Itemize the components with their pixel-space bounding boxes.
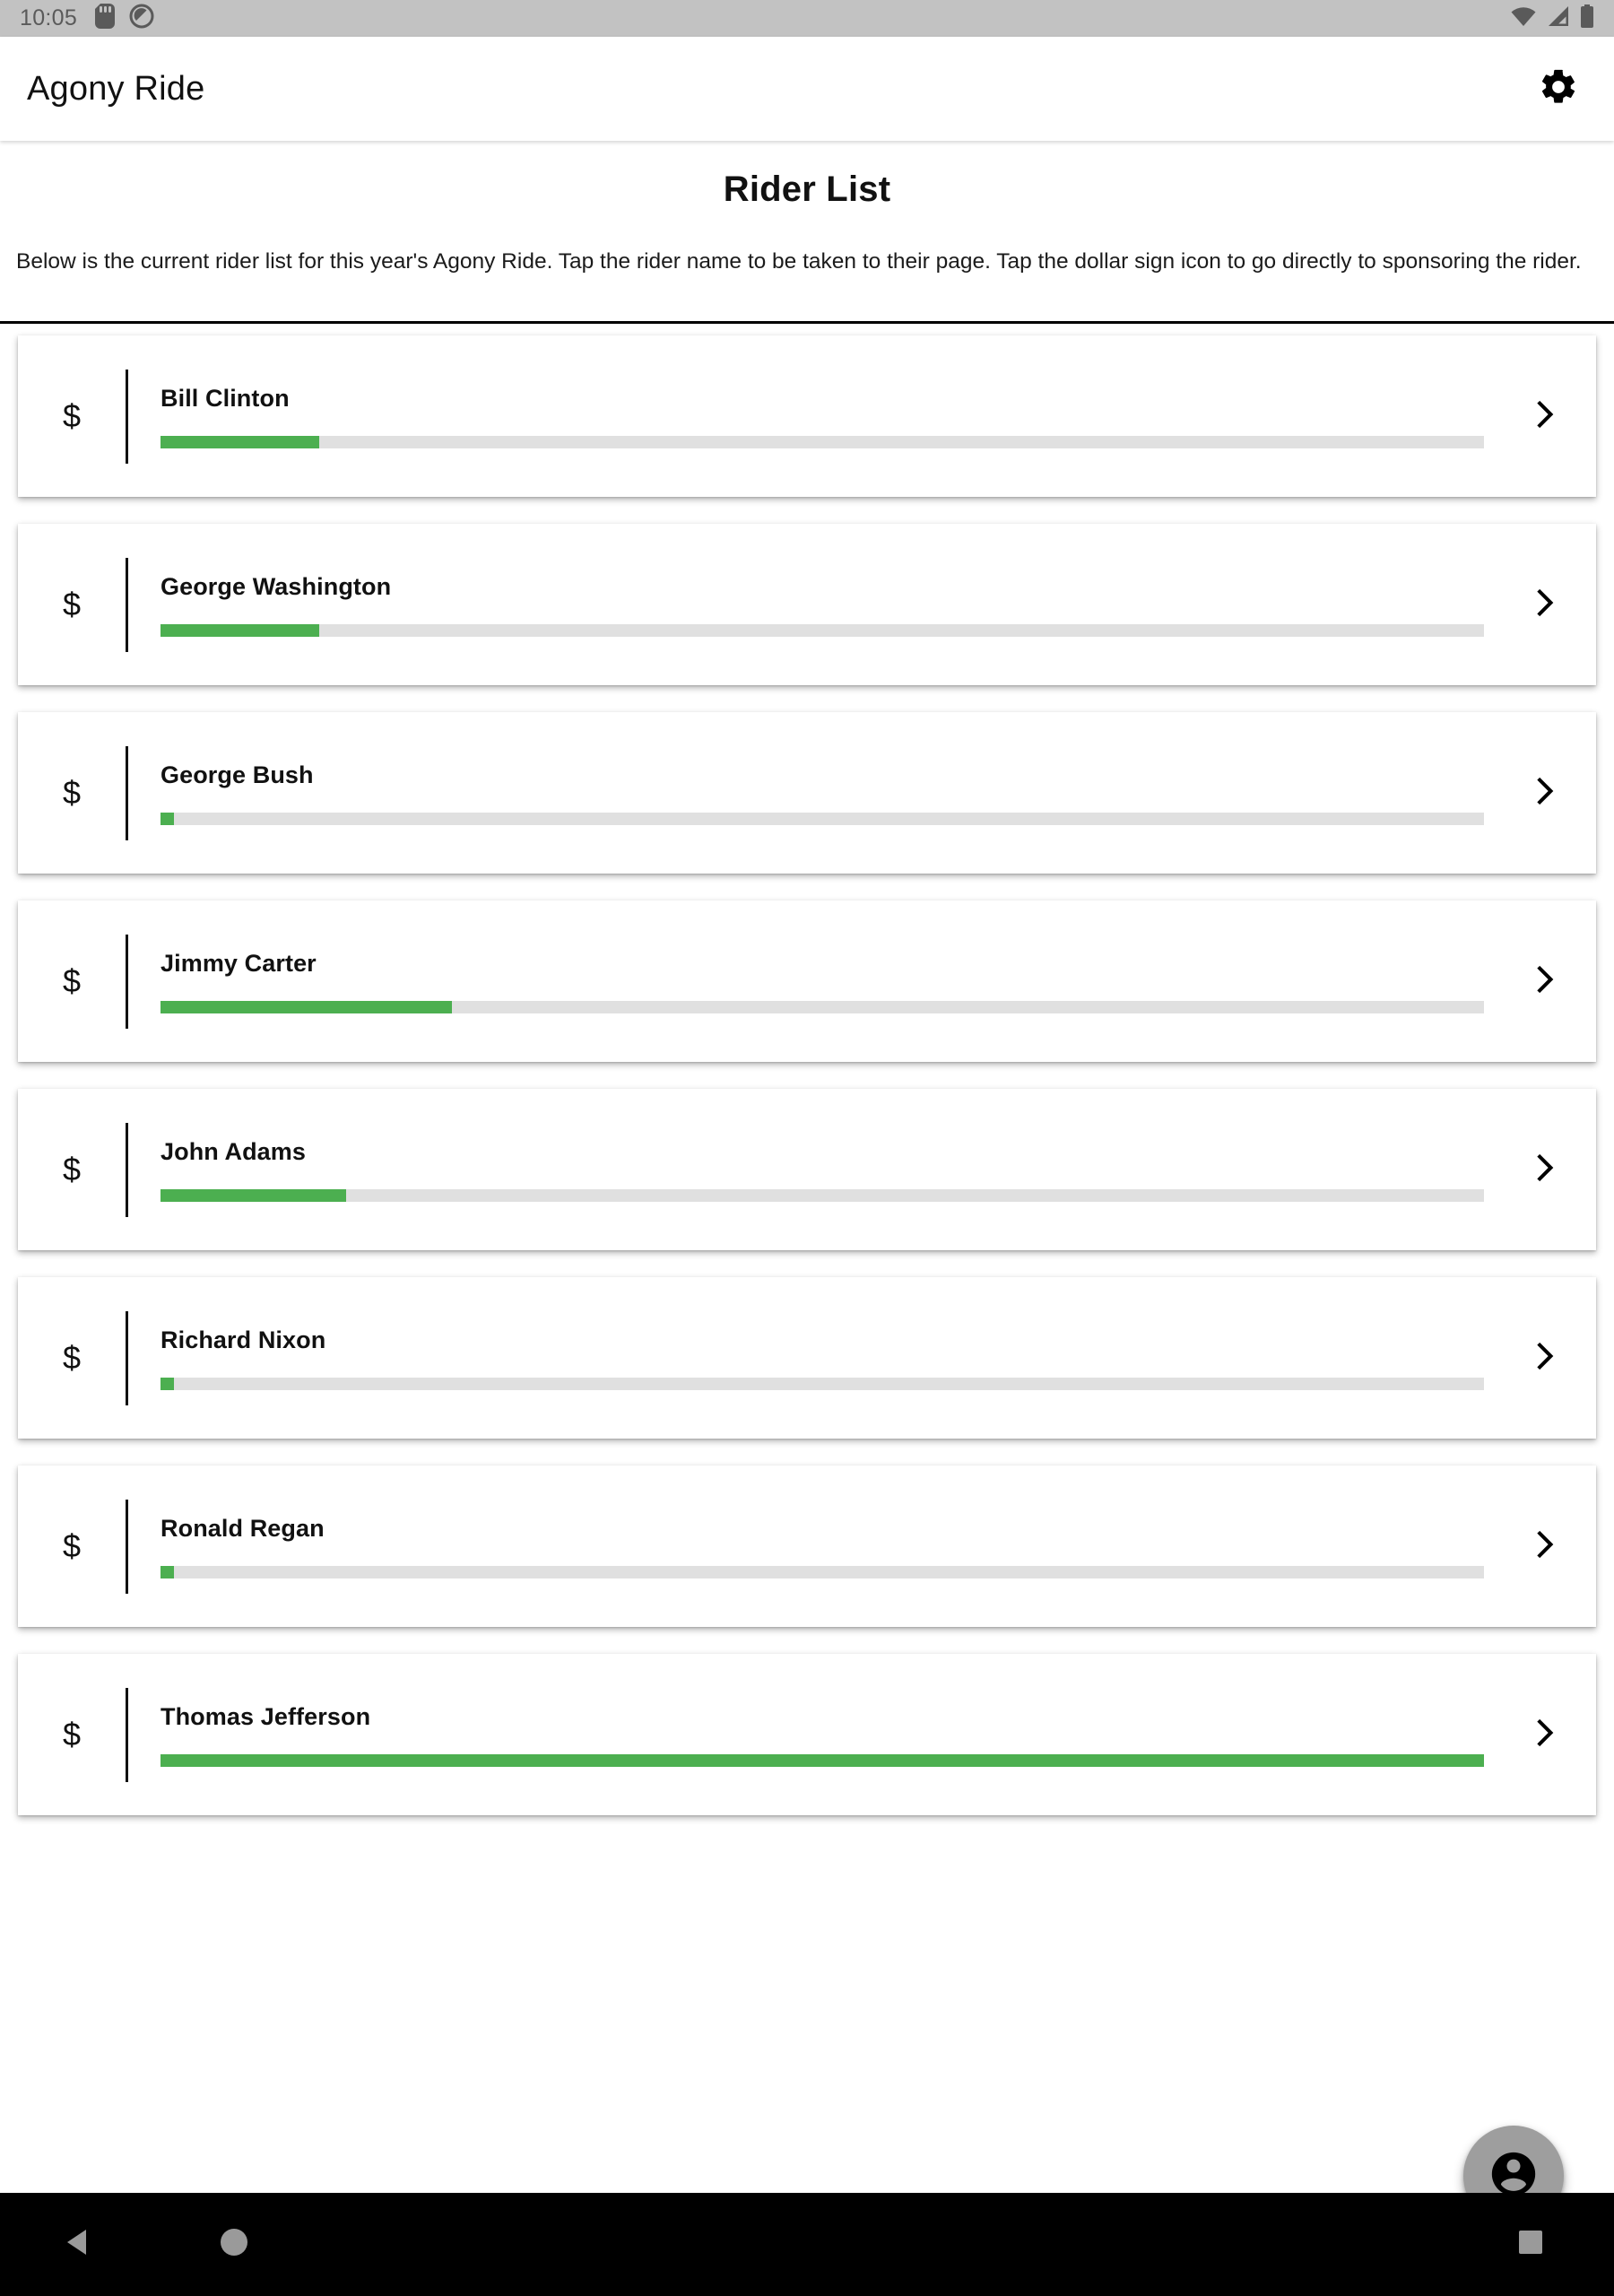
rider-name-link[interactable]: Richard Nixon <box>161 1326 1488 1354</box>
sponsor-rider-button[interactable]: $ <box>18 1339 126 1377</box>
rider-detail-button[interactable] <box>1488 773 1596 813</box>
rider-progress-track <box>161 623 1484 637</box>
rider-name-link[interactable]: George Bush <box>161 761 1488 789</box>
card-vertical-divider <box>126 369 128 464</box>
home-icon <box>219 2227 249 2262</box>
card-vertical-divider <box>126 557 128 652</box>
rider-progress-fill <box>161 812 174 825</box>
nav-back-button[interactable] <box>63 2227 93 2262</box>
rider-progress-track <box>161 1377 1484 1390</box>
chevron-right-icon <box>1524 1150 1560 1190</box>
card-vertical-divider <box>126 1122 128 1217</box>
status-bar-right-icons <box>1510 4 1594 32</box>
rider-progress-fill <box>161 1377 174 1390</box>
card-vertical-divider <box>126 1499 128 1594</box>
chevron-right-icon <box>1524 396 1560 437</box>
wifi-icon <box>1510 5 1537 31</box>
sponsor-rider-button[interactable]: $ <box>18 962 126 1000</box>
status-bar-clock: 10:05 <box>20 5 78 30</box>
page-title: Rider List <box>723 170 891 209</box>
rider-name-link[interactable]: Bill Clinton <box>161 385 1488 413</box>
rider-card-body: Ronald Regan <box>161 1515 1488 1578</box>
app-bar: Agony Ride <box>0 37 1614 141</box>
rider-progress-track <box>161 1753 1484 1767</box>
rider-progress-fill <box>161 435 320 448</box>
chevron-right-icon <box>1524 1526 1560 1567</box>
rider-progress-track <box>161 1565 1484 1578</box>
gear-icon <box>1538 66 1579 112</box>
sponsor-rider-button[interactable]: $ <box>18 1716 126 1753</box>
chevron-right-icon <box>1524 773 1560 813</box>
card-vertical-divider <box>126 934 128 1029</box>
nav-recents-button[interactable] <box>1517 2229 1544 2260</box>
rider-card[interactable]: $ Jimmy Carter <box>18 900 1596 1063</box>
rider-progress-fill <box>161 623 320 637</box>
rider-card-body: John Adams <box>161 1138 1488 1202</box>
rider-detail-button[interactable] <box>1488 1526 1596 1567</box>
rider-name-link[interactable]: Ronald Regan <box>161 1515 1488 1543</box>
rider-progress-fill <box>161 1753 1484 1767</box>
status-bar: 10:05 <box>0 0 1614 37</box>
rider-progress-track <box>161 435 1484 448</box>
rider-name-link[interactable]: John Adams <box>161 1138 1488 1166</box>
rider-detail-button[interactable] <box>1488 585 1596 625</box>
rider-card[interactable]: $ George Bush <box>18 712 1596 874</box>
sponsor-rider-button[interactable]: $ <box>18 774 126 812</box>
rider-card-body: Bill Clinton <box>161 385 1488 448</box>
rider-card-body: Thomas Jefferson <box>161 1703 1488 1767</box>
nav-home-button[interactable] <box>219 2227 249 2262</box>
rider-progress-fill <box>161 1000 452 1013</box>
rider-card-body: George Washington <box>161 573 1488 637</box>
rider-progress-track <box>161 1188 1484 1202</box>
rider-progress-fill <box>161 1188 346 1202</box>
system-navigation-bar <box>0 2193 1614 2296</box>
chevron-right-icon <box>1524 1715 1560 1755</box>
rider-card[interactable]: $ John Adams <box>18 1089 1596 1251</box>
rider-name-link[interactable]: Thomas Jefferson <box>161 1703 1488 1731</box>
app-title: Agony Ride <box>27 69 205 108</box>
chevron-right-icon <box>1524 961 1560 1002</box>
card-vertical-divider <box>126 745 128 840</box>
chevron-right-icon <box>1524 1338 1560 1378</box>
page-description: Below is the current rider list for this… <box>16 249 1582 274</box>
android-auto-icon <box>129 4 154 33</box>
status-bar-left-icons <box>95 4 154 33</box>
rider-list: $ Bill Clinton $ George Washington $ George B… <box>0 324 1614 1816</box>
rider-detail-button[interactable] <box>1488 1338 1596 1378</box>
rider-card[interactable]: $ Ronald Regan <box>18 1465 1596 1628</box>
settings-button[interactable] <box>1530 60 1587 117</box>
rider-name-link[interactable]: George Washington <box>161 573 1488 601</box>
rider-card-body: Richard Nixon <box>161 1326 1488 1390</box>
rider-card[interactable]: $ George Washington <box>18 524 1596 686</box>
sponsor-rider-button[interactable]: $ <box>18 586 126 623</box>
rider-progress-fill <box>161 1565 174 1578</box>
app-screen: 10:05 Agony Ride Rider List Below is the… <box>0 0 1614 2296</box>
rider-card[interactable]: $ Bill Clinton <box>18 335 1596 498</box>
sponsor-rider-button[interactable]: $ <box>18 397 126 435</box>
rider-card[interactable]: $ Thomas Jefferson <box>18 1654 1596 1816</box>
main-content: Rider List Below is the current rider li… <box>0 141 1614 2193</box>
rider-progress-track <box>161 1000 1484 1013</box>
battery-icon <box>1580 4 1594 32</box>
sponsor-rider-button[interactable]: $ <box>18 1151 126 1188</box>
rider-card[interactable]: $ Richard Nixon <box>18 1277 1596 1439</box>
chevron-right-icon <box>1524 585 1560 625</box>
card-vertical-divider <box>126 1687 128 1782</box>
rider-name-link[interactable]: Jimmy Carter <box>161 950 1488 978</box>
sponsor-rider-button[interactable]: $ <box>18 1527 126 1565</box>
back-icon <box>63 2227 93 2262</box>
rider-detail-button[interactable] <box>1488 961 1596 1002</box>
rider-progress-track <box>161 812 1484 825</box>
rider-detail-button[interactable] <box>1488 1715 1596 1755</box>
card-vertical-divider <box>126 1310 128 1405</box>
cell-signal-icon <box>1547 5 1570 31</box>
rider-detail-button[interactable] <box>1488 396 1596 437</box>
rider-card-body: Jimmy Carter <box>161 950 1488 1013</box>
recents-icon <box>1517 2229 1544 2260</box>
sd-card-icon <box>95 4 116 33</box>
rider-card-body: George Bush <box>161 761 1488 825</box>
rider-detail-button[interactable] <box>1488 1150 1596 1190</box>
